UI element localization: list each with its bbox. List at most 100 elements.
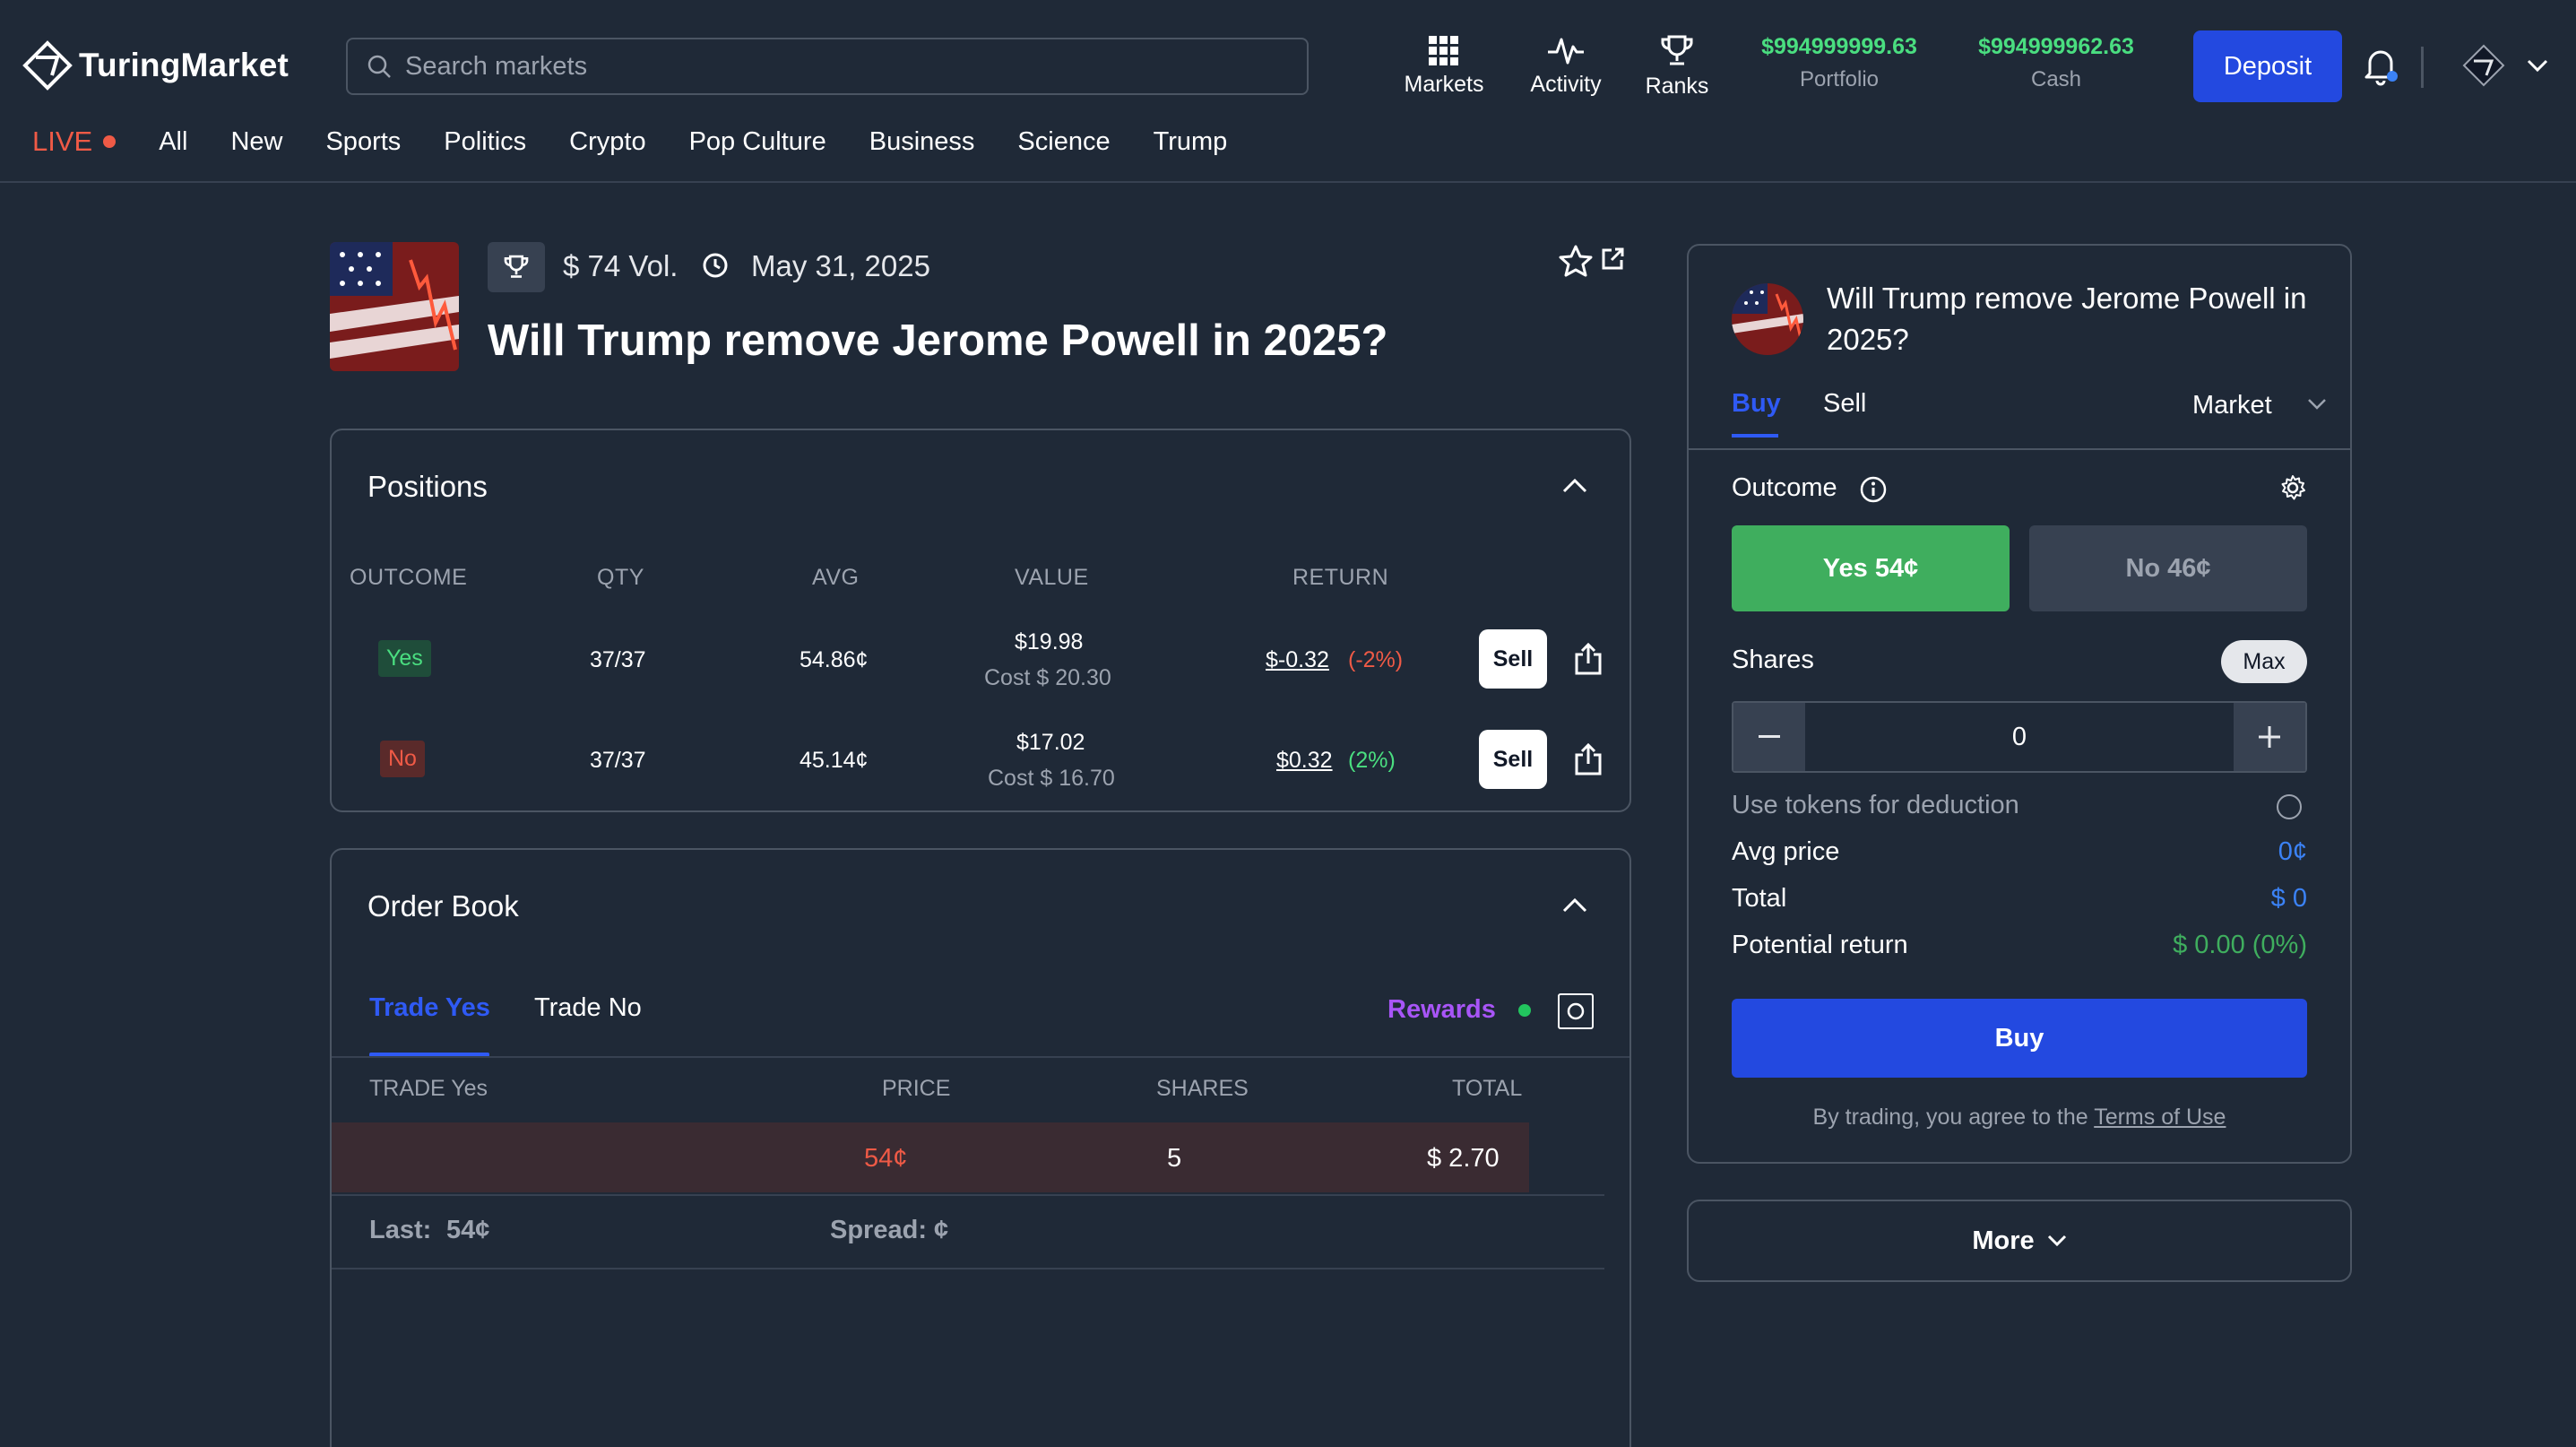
chevron-down-icon[interactable]: [2307, 398, 2327, 411]
info-icon[interactable]: [1859, 475, 1888, 504]
market-end-date: May 31, 2025: [751, 249, 930, 282]
search-bar[interactable]: [346, 38, 1309, 95]
category-new[interactable]: New: [230, 127, 282, 157]
live-dot: [103, 135, 117, 148]
category-politics[interactable]: Politics: [444, 127, 526, 157]
spread-label: Spread: ¢: [830, 1216, 949, 1244]
trade-market-title: Will Trump remove Jerome Powell in 2025?: [1827, 282, 2307, 356]
category-business[interactable]: Business: [869, 127, 975, 157]
position-return-value[interactable]: $0.32: [1276, 748, 1333, 774]
positions-title: Positions: [367, 470, 488, 503]
category-live[interactable]: LIVE: [32, 126, 117, 158]
nav-activity[interactable]: Activity: [1517, 34, 1615, 98]
portfolio-stat[interactable]: $994999999.63 Portfolio: [1751, 34, 1927, 92]
notification-dot: [2387, 71, 2398, 82]
tab-indicator: [1732, 434, 1778, 438]
ask-row[interactable]: [332, 1122, 1529, 1192]
position-value: $17.02: [1016, 730, 1085, 755]
category-trump[interactable]: Trump: [1154, 127, 1228, 157]
deposit-button[interactable]: Deposit: [2193, 30, 2342, 102]
position-return-value[interactable]: $-0.32: [1266, 647, 1329, 673]
header-price: PRICE: [882, 1076, 951, 1101]
top-bar: TuringMarket Markets Activity: [0, 0, 2576, 183]
rewards-link[interactable]: Rewards: [1387, 995, 1496, 1025]
outcome-badge-no: No: [380, 741, 425, 777]
category-sports[interactable]: Sports: [325, 127, 401, 157]
search-input[interactable]: [405, 51, 1284, 82]
position-return-pct: (-2%): [1348, 647, 1404, 672]
category-pop-culture[interactable]: Pop Culture: [689, 127, 826, 157]
avatar-icon[interactable]: [2461, 43, 2506, 88]
divider: [332, 1056, 1629, 1058]
minus-icon[interactable]: [1733, 703, 1805, 771]
last-price-value: 54¢: [446, 1216, 490, 1244]
sell-yes-button[interactable]: Sell: [1479, 629, 1547, 689]
last-price-label: Last:: [369, 1216, 432, 1244]
header-shares: SHARES: [1156, 1076, 1249, 1101]
external-link-icon[interactable]: [1599, 246, 1626, 273]
tab-sell[interactable]: Sell: [1823, 389, 1866, 419]
nav-ranks[interactable]: Ranks: [1628, 34, 1726, 100]
sell-no-button[interactable]: Sell: [1479, 730, 1547, 789]
portfolio-label: Portfolio: [1799, 67, 1880, 91]
cash-stat[interactable]: $994999962.63 Cash: [1968, 34, 2144, 92]
category-all[interactable]: All: [159, 127, 187, 157]
outcome-badge-yes: Yes: [378, 640, 431, 677]
max-button[interactable]: Max: [2221, 640, 2307, 683]
header-trade-side: TRADE Yes: [369, 1076, 488, 1101]
share-icon[interactable]: [1572, 642, 1604, 676]
category-science[interactable]: Science: [1017, 127, 1110, 157]
outcome-no-button[interactable]: No 46¢: [2029, 525, 2307, 611]
orderbook-title: Order Book: [367, 889, 519, 923]
star-icon[interactable]: [1558, 244, 1594, 278]
chevron-up-icon[interactable]: [1561, 897, 1588, 914]
logo[interactable]: TuringMarket: [22, 39, 289, 91]
chevron-down-icon[interactable]: [2526, 57, 2549, 74]
positions-panel: Positions OUTCOME QTY AVG VALUE RETURN Y…: [330, 429, 1631, 812]
live-label: LIVE: [32, 126, 93, 157]
tab-buy[interactable]: Buy: [1732, 389, 1781, 419]
header-total: TOTAL: [1452, 1076, 1523, 1101]
search-icon: [366, 53, 393, 80]
tokens-radio[interactable]: [2277, 794, 2302, 819]
header-avg: AVG: [812, 565, 860, 590]
total-label: Total: [1732, 884, 1787, 913]
position-qty: 37/37: [590, 647, 646, 672]
market-thumbnail: [1732, 283, 1803, 355]
buy-button[interactable]: Buy: [1732, 999, 2307, 1078]
portfolio-value: $994999999.63: [1761, 34, 1917, 59]
divider: [332, 1194, 1604, 1196]
shares-input[interactable]: [1805, 703, 2234, 771]
potential-return-label: Potential return: [1732, 931, 1908, 959]
trophy-icon: [1659, 34, 1695, 68]
refresh-icon[interactable]: [1558, 993, 1594, 1029]
nav-markets[interactable]: Markets: [1395, 34, 1493, 98]
chevron-down-icon: [2047, 1235, 2067, 1247]
tab-trade-yes[interactable]: Trade Yes: [369, 993, 490, 1023]
gear-icon[interactable]: [2278, 473, 2307, 502]
share-icon[interactable]: [1572, 742, 1604, 776]
more-button[interactable]: More: [1687, 1200, 2352, 1282]
header-outcome: OUTCOME: [350, 565, 468, 590]
terms-notice: By trading, you agree to the Terms of Us…: [1689, 1105, 2350, 1131]
divider: [332, 1268, 1604, 1269]
position-cost: Cost $ 16.70: [988, 766, 1115, 791]
outcome-yes-button[interactable]: Yes 54¢: [1732, 525, 2010, 611]
nav-activity-label: Activity: [1530, 72, 1602, 97]
divider: [2421, 47, 2424, 88]
order-type-select[interactable]: Market: [2192, 391, 2272, 420]
category-nav: LIVE All New Sports Politics Crypto Pop …: [32, 126, 1270, 158]
terms-link[interactable]: Terms of Use: [2094, 1105, 2226, 1130]
ask-total: $ 2.70: [1427, 1144, 1500, 1173]
header-qty: QTY: [597, 565, 644, 590]
divider: [1689, 448, 2350, 450]
nav-markets-label: Markets: [1404, 72, 1484, 97]
chevron-up-icon[interactable]: [1561, 477, 1588, 495]
rewards-status-dot: [1518, 1004, 1531, 1017]
market-image: [330, 242, 459, 371]
plus-icon[interactable]: [2234, 703, 2305, 771]
category-crypto[interactable]: Crypto: [569, 127, 645, 157]
potential-return-value: $ 0.00 (0%): [2173, 931, 2307, 959]
tab-trade-no[interactable]: Trade No: [534, 993, 642, 1023]
trophy-badge: [488, 242, 545, 292]
